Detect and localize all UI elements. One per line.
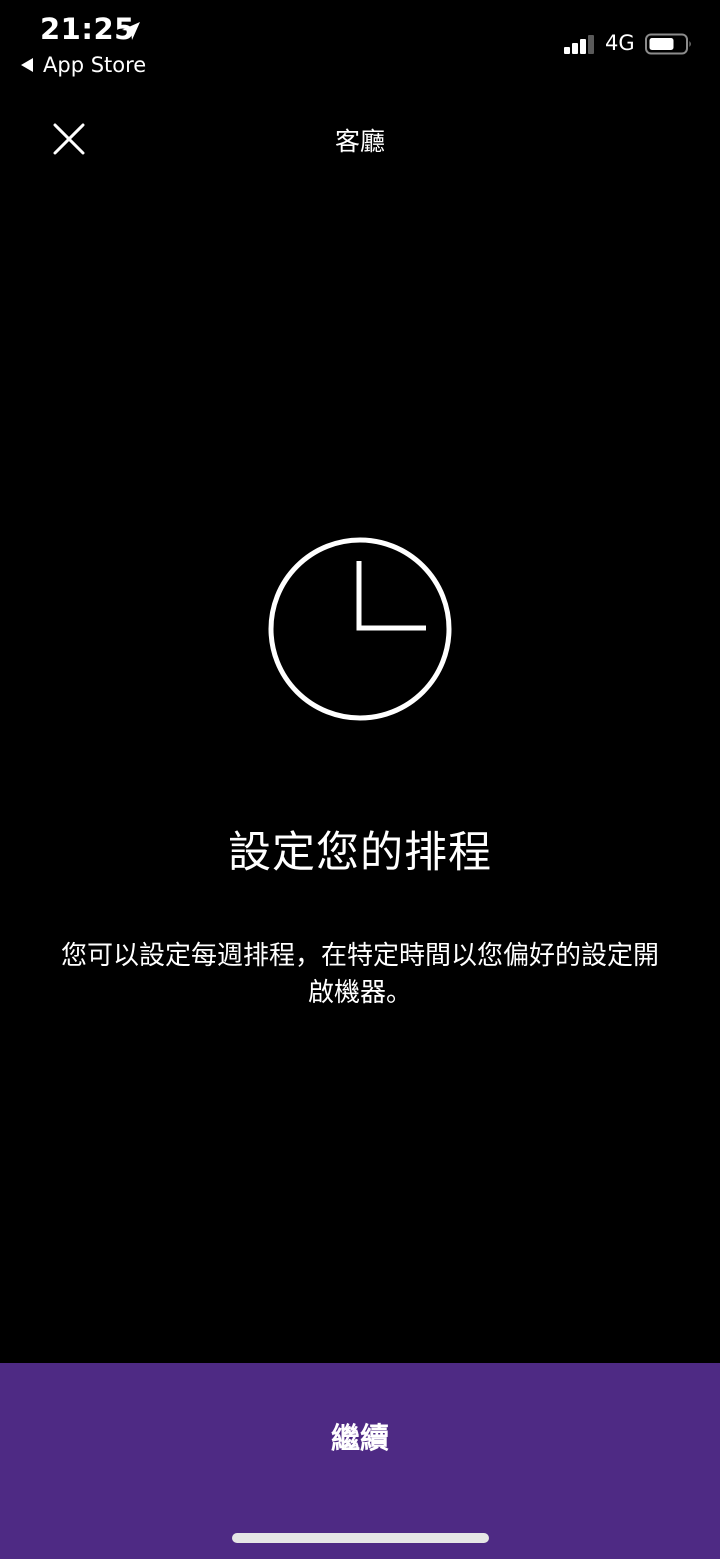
network-type: 4G: [605, 31, 635, 55]
continue-label: 繼續: [330, 1421, 389, 1455]
battery-icon: [645, 33, 691, 55]
page-title: 客廳: [334, 127, 385, 156]
back-to-app-button[interactable]: App Store: [20, 53, 146, 77]
back-app-label: App Store: [43, 53, 147, 77]
continue-button[interactable]: 繼續: [0, 1363, 720, 1559]
navigation-bar: 客廳: [0, 100, 720, 176]
back-chevron-icon: [21, 58, 33, 72]
cellular-signal-icon: [564, 35, 594, 54]
headline: 設定您的排程: [228, 828, 492, 878]
location-arrow-icon: [122, 22, 140, 40]
clock-icon: [268, 537, 452, 721]
description-text: 您可以設定每週排程，在特定時間以您偏好的設定開啟機器。: [60, 941, 659, 1008]
home-indicator[interactable]: [232, 1533, 489, 1543]
status-bar: 21:25 App Store 4G: [0, 0, 720, 90]
